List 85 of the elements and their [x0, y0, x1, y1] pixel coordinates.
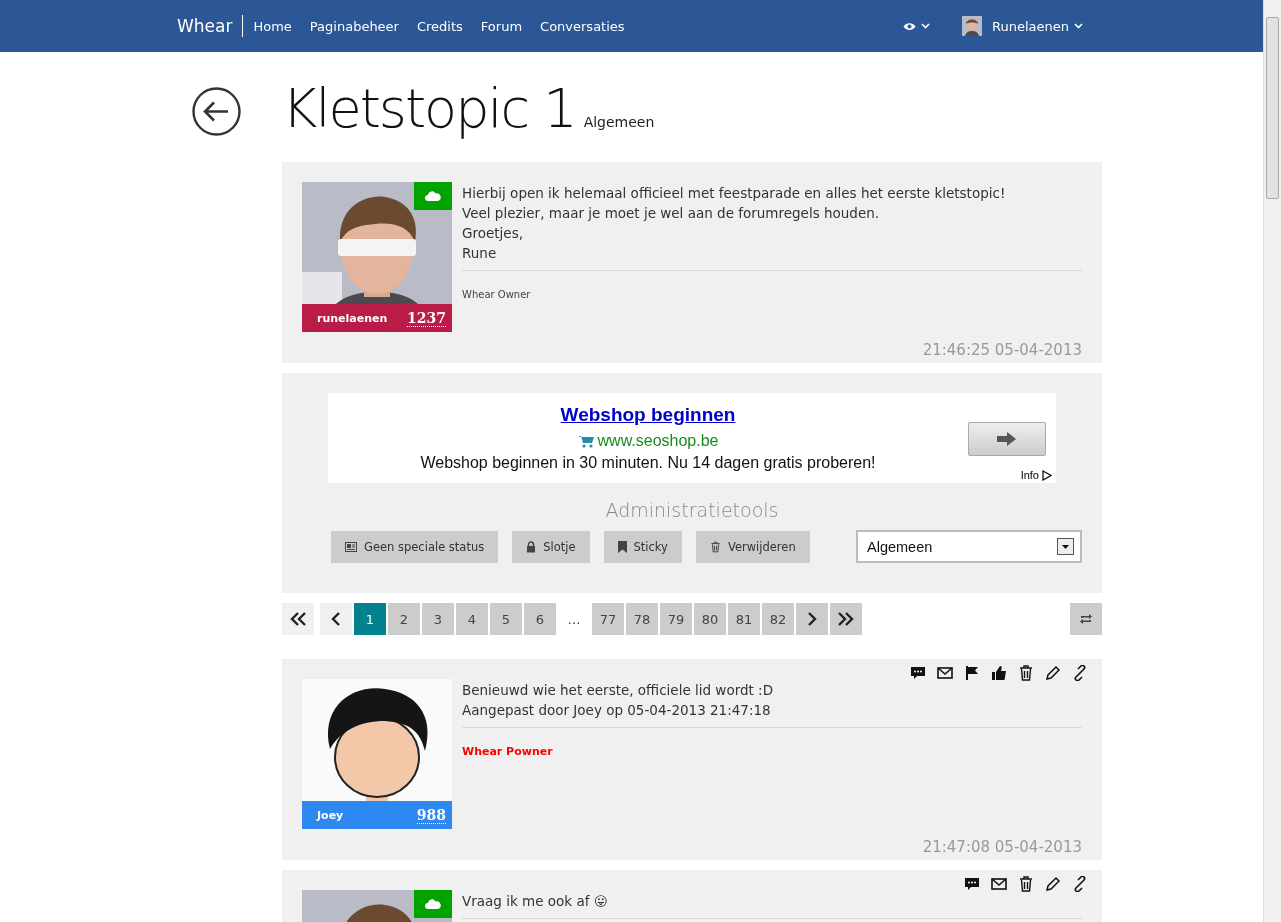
post-text: Rune — [462, 244, 498, 263]
last-page-button[interactable] — [830, 603, 862, 635]
post-timestamp: 21:47:08 05-04-2013 — [921, 838, 1082, 856]
post-text: Vraag ik me ook af 😛 — [462, 892, 609, 911]
page-button[interactable]: 81 — [728, 603, 760, 635]
brand-logo[interactable]: Whear — [177, 15, 244, 37]
admin-button[interactable]: Geen speciale status — [331, 530, 499, 563]
thumbs-up-icon[interactable] — [991, 665, 1007, 681]
nav-link[interactable]: Credits — [407, 18, 472, 34]
page-button[interactable]: 80 — [694, 603, 726, 635]
username[interactable]: Joey — [317, 808, 344, 822]
page-button[interactable]: 5 — [490, 603, 522, 635]
post-text: Benieuwd wie het eerste, officiele lid wordt :D — [462, 681, 775, 700]
topic-title: Kletstopic 1 — [282, 76, 576, 142]
caret-icon — [1062, 544, 1069, 549]
trash-icon — [709, 540, 721, 553]
caret-icon — [1074, 23, 1083, 29]
cloud-icon — [425, 899, 441, 909]
nav-link[interactable]: Conversaties — [531, 18, 634, 34]
ad-title-link[interactable]: Webshop beginnen — [560, 404, 736, 426]
next-page-button[interactable] — [796, 603, 828, 635]
user-rank: Whear Powner — [462, 745, 553, 758]
nav-link[interactable]: Home — [244, 18, 301, 34]
admin-button[interactable]: Sticky — [603, 530, 682, 563]
eye-icon[interactable] — [903, 21, 916, 31]
lock-icon — [526, 540, 537, 553]
page-button[interactable]: 3 — [422, 603, 454, 635]
double-chevron-right-icon — [837, 612, 855, 626]
post-text: Aangepast door Joey op 05-04-2013 21:47:18 — [462, 701, 772, 720]
username[interactable]: runelaenen — [317, 311, 388, 325]
cloud-icon — [425, 191, 441, 201]
post-count: 988 — [416, 806, 446, 824]
double-chevron-left-icon — [289, 612, 307, 626]
chevron-right-icon — [807, 612, 817, 626]
post-text: Hierbij open ik helemaal officieel met feestparade en alles het eerste kletstopic! — [462, 184, 1007, 203]
flag-icon[interactable] — [964, 665, 980, 681]
ad-url[interactable]: www.seoshop.be — [597, 432, 719, 450]
page-button[interactable]: 4 — [456, 603, 488, 635]
first-page-button[interactable] — [282, 603, 314, 635]
scrollbar-thumb[interactable] — [1266, 17, 1279, 199]
page-button[interactable]: 77 — [592, 603, 624, 635]
pagination-ellipsis: … — [566, 610, 582, 629]
swap-arrows-icon — [1080, 614, 1092, 624]
page-button[interactable]: 78 — [626, 603, 658, 635]
pencil-icon[interactable] — [1045, 665, 1061, 681]
page-button[interactable]: 79 — [660, 603, 692, 635]
back-icon[interactable] — [192, 87, 241, 136]
speech-bubble-icon[interactable] — [910, 665, 926, 681]
previous-page-button[interactable] — [320, 603, 352, 635]
page-button[interactable]: 6 — [524, 603, 556, 635]
user-rank: Whear Owner — [462, 289, 531, 300]
post-text: Groetjes, — [462, 224, 524, 243]
trash-icon[interactable] — [1018, 665, 1034, 681]
ad-description: Webshop beginnen in 30 minuten. Nu 14 dagen gratis proberen! — [420, 454, 876, 472]
scrollbar[interactable] — [1263, 0, 1281, 922]
category-dropdown[interactable]: Algemeen — [856, 530, 1082, 563]
post-timestamp: 21:46:25 05-04-2013 — [921, 341, 1082, 359]
user-menu[interactable]: Runelaenen — [992, 18, 1069, 34]
pencil-icon[interactable] — [1045, 876, 1061, 892]
id-card-icon — [345, 541, 357, 552]
chain-link-icon[interactable] — [1072, 665, 1088, 681]
mail-icon[interactable] — [937, 665, 953, 681]
section-title: Administratietools — [604, 499, 780, 521]
chain-link-icon[interactable] — [1072, 876, 1088, 892]
speech-bubble-icon[interactable] — [964, 876, 980, 892]
admin-button[interactable]: Verwijderen — [695, 530, 810, 563]
topic-category[interactable]: Algemeen — [583, 114, 655, 130]
bookmark-icon — [617, 540, 627, 553]
arrow-icon — [997, 432, 1017, 446]
page-button[interactable]: 1 — [354, 603, 386, 635]
admin-button[interactable]: Slotje — [512, 530, 590, 563]
play-icon[interactable] — [1042, 469, 1052, 481]
ad-arrow-button[interactable] — [968, 422, 1046, 456]
chevron-left-icon — [331, 612, 341, 626]
caret-icon — [921, 23, 930, 29]
nav-link[interactable]: Paginabeheer — [300, 18, 408, 34]
nav-link[interactable]: Forum — [471, 18, 532, 34]
page-button[interactable]: 2 — [388, 603, 420, 635]
post-text: Veel plezier, maar je moet je wel aan de forumregels houden. — [462, 204, 881, 223]
ad-info-link[interactable]: Info — [1020, 469, 1039, 481]
refresh-button[interactable] — [1070, 603, 1102, 635]
trash-icon[interactable] — [1018, 876, 1034, 892]
mail-icon[interactable] — [991, 876, 1007, 892]
page-button[interactable]: 82 — [762, 603, 794, 635]
post-count: 1237 — [407, 309, 446, 327]
